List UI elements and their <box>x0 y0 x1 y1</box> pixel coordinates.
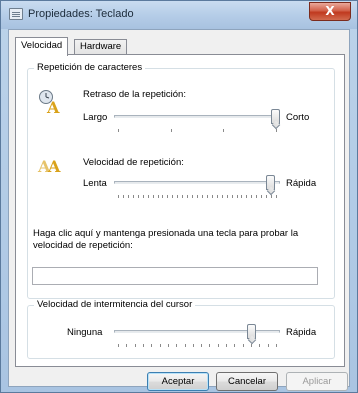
slider-tick <box>211 195 213 198</box>
slider-tick <box>217 344 219 347</box>
slider-tick <box>276 344 277 347</box>
delay-label: Retraso de la repetición: <box>83 89 186 100</box>
svg-text:A: A <box>46 98 60 115</box>
slider-tick <box>251 344 253 347</box>
slider-tick <box>132 195 134 198</box>
repeat-test-prompt: Haga clic aquí y mantenga presionada una… <box>33 228 299 251</box>
slider-tick <box>126 344 128 347</box>
window-title: Propiedades: Teclado <box>28 8 134 20</box>
slider-tick <box>231 195 233 198</box>
slider-tick <box>271 195 273 198</box>
slider-tick <box>259 344 261 347</box>
slider-tick <box>209 344 211 347</box>
slider-tick <box>216 195 218 198</box>
svg-text:A: A <box>47 157 61 176</box>
delay-slider[interactable] <box>114 109 280 133</box>
slider-tick <box>142 195 144 198</box>
slider-tick <box>251 195 253 198</box>
slider-tick <box>226 195 228 198</box>
rate-slider[interactable] <box>114 175 280 199</box>
cursor-blink-slider[interactable] <box>114 324 280 348</box>
slider-tick <box>122 195 124 198</box>
title-bar[interactable]: Propiedades: Teclado X <box>1 1 357 29</box>
slider-tick <box>201 344 203 347</box>
blink-max-label: Rápida <box>286 327 317 338</box>
slider-tick <box>201 195 203 198</box>
slider-tick <box>151 344 153 347</box>
cancel-button[interactable]: Cancelar <box>216 372 278 391</box>
cursor-blink-group-legend: Velocidad de intermitencia del cursor <box>34 299 196 310</box>
tab-hardware[interactable]: Hardware <box>74 39 128 55</box>
tab-panel-velocidad: Repetición de caracteres A Retraso de la… <box>15 54 345 367</box>
slider-tick <box>221 195 223 198</box>
slider-tick <box>159 344 161 347</box>
slider-tick <box>242 344 244 347</box>
cursor-blink-slider-ticks <box>118 344 277 347</box>
delay-min-label: Largo <box>83 112 108 123</box>
rate-slider-thumb[interactable] <box>266 175 275 190</box>
slider-tick <box>226 344 228 347</box>
repetition-group-legend: Repetición de caracteres <box>34 62 146 73</box>
slider-tick <box>267 344 269 347</box>
slider-tick <box>276 195 277 198</box>
dialog-client-area: Velocidad Hardware Repetición de caracte… <box>8 29 350 391</box>
slider-tick <box>192 344 194 347</box>
rate-slider-track <box>114 181 280 184</box>
ok-button[interactable]: Aceptar <box>147 372 209 391</box>
delay-slider-thumb[interactable] <box>271 109 280 124</box>
delay-max-label: Corto <box>286 112 310 123</box>
repetition-group: Repetición de caracteres A Retraso de la… <box>27 62 335 299</box>
slider-tick <box>177 195 179 198</box>
slider-tick <box>142 344 144 347</box>
delay-slider-track <box>114 115 280 118</box>
slider-tick <box>176 344 178 347</box>
slider-tick <box>147 195 149 198</box>
slider-tick <box>134 344 136 347</box>
keyboard-delay-clock-icon: A <box>37 89 65 117</box>
keyboard-repeat-rate-icon: A A <box>37 154 67 176</box>
cursor-blink-group: Velocidad de intermitencia del cursor Ni… <box>27 299 335 359</box>
properties-window: Propiedades: Teclado X Velocidad Hardwar… <box>0 0 358 393</box>
slider-tick <box>266 195 268 198</box>
apply-button[interactable]: Aplicar <box>286 372 348 391</box>
keyboard-window-icon <box>9 8 23 20</box>
slider-tick <box>157 195 159 198</box>
slider-tick <box>172 195 174 198</box>
slider-tick <box>197 195 198 198</box>
slider-tick <box>118 344 119 347</box>
slider-tick <box>261 195 263 198</box>
slider-tick <box>234 344 236 347</box>
slider-tick <box>246 195 248 198</box>
slider-tick <box>184 344 186 347</box>
slider-tick <box>152 195 154 198</box>
slider-tick <box>162 195 164 198</box>
rate-min-label: Lenta <box>83 178 107 189</box>
slider-tick <box>241 195 243 198</box>
close-button[interactable]: X <box>309 2 351 21</box>
rate-slider-ticks <box>118 195 277 198</box>
rate-max-label: Rápida <box>286 178 317 189</box>
slider-tick <box>187 195 189 198</box>
tab-velocidad[interactable]: Velocidad <box>15 37 69 56</box>
slider-tick <box>167 195 169 198</box>
slider-tick <box>118 195 119 198</box>
slider-tick <box>137 195 139 198</box>
slider-tick <box>192 195 194 198</box>
repeat-test-input[interactable] <box>32 267 318 285</box>
rate-label: Velocidad de repetición: <box>83 157 184 168</box>
blink-min-label: Ninguna <box>67 327 103 338</box>
slider-tick <box>127 195 129 198</box>
delay-slider-ticks <box>118 129 277 132</box>
slider-tick <box>182 195 184 198</box>
slider-tick <box>236 195 238 198</box>
slider-tick <box>167 344 169 347</box>
slider-tick <box>206 195 208 198</box>
slider-tick <box>256 195 258 198</box>
cursor-blink-slider-thumb[interactable] <box>247 324 256 339</box>
